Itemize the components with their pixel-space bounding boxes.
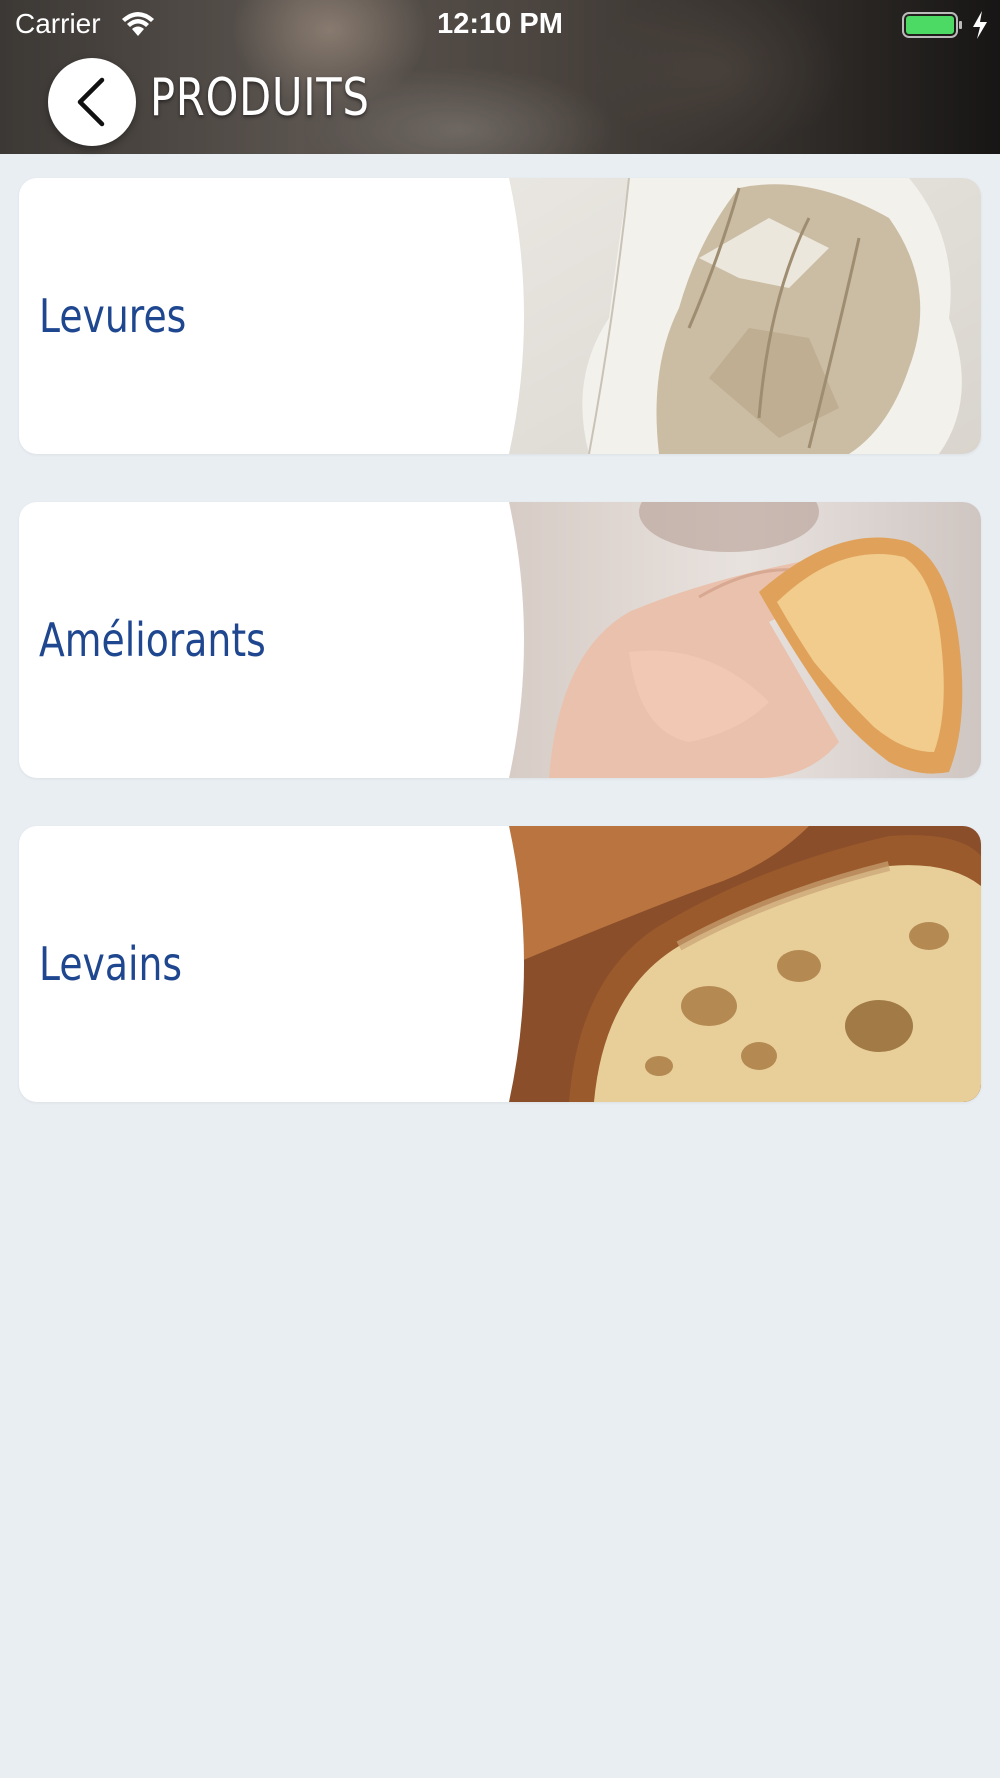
clock: 12:10 PM <box>437 8 563 40</box>
back-button[interactable] <box>48 58 136 146</box>
page-title: PRODUITS <box>150 68 370 128</box>
product-label: Améliorants <box>39 613 266 667</box>
yeast-block-photo <box>509 178 981 454</box>
product-card-ameliorants[interactable]: Améliorants <box>19 502 981 778</box>
status-bar: Carrier 12:10 PM <box>0 0 1000 50</box>
hand-squeezing-bread-photo <box>509 502 981 778</box>
card-curve-divider <box>459 502 524 778</box>
product-label: Levains <box>39 937 183 991</box>
product-label: Levures <box>39 289 187 343</box>
card-curve-divider <box>459 826 524 1102</box>
card-curve-divider <box>459 178 524 454</box>
chevron-left-icon <box>77 77 105 127</box>
product-card-levures[interactable]: Levures <box>19 178 981 454</box>
charging-bolt-icon <box>973 11 987 39</box>
sourdough-crumb-photo <box>509 826 981 1102</box>
battery-icon <box>902 12 962 38</box>
product-card-levains[interactable]: Levains <box>19 826 981 1102</box>
